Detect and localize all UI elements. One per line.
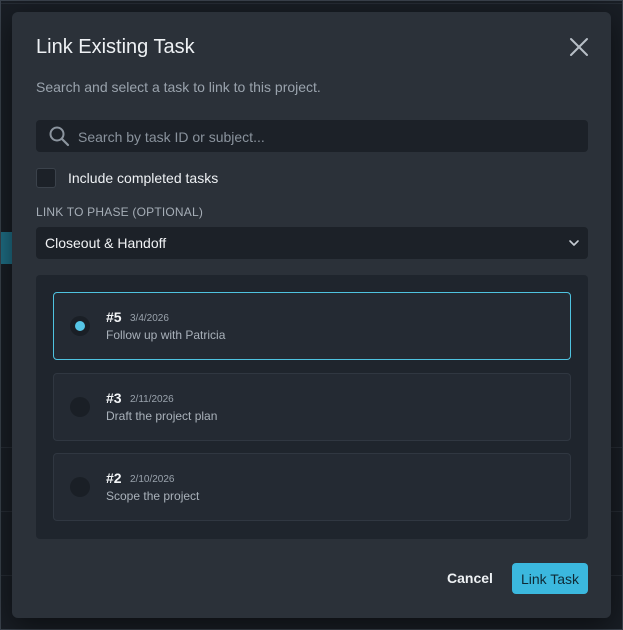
include-completed-checkbox[interactable] (36, 168, 56, 188)
include-completed-label: Include completed tasks (68, 170, 219, 186)
task-list: #5 3/4/2026 Follow up with Patricia #3 2… (36, 275, 588, 539)
search-box (36, 120, 588, 154)
task-subject: Follow up with Patricia (106, 328, 226, 342)
search-icon (49, 126, 70, 147)
background-divider (0, 3, 623, 4)
chevron-down-icon (569, 240, 579, 246)
link-task-button[interactable]: Link Task (512, 563, 588, 594)
task-id: #2 (106, 470, 122, 486)
dialog-subtitle: Search and select a task to link to this… (36, 79, 321, 95)
task-radio[interactable] (70, 316, 90, 336)
task-option[interactable]: #5 3/4/2026 Follow up with Patricia (53, 292, 571, 360)
background-highlight (0, 232, 12, 264)
cancel-button[interactable]: Cancel (440, 568, 500, 588)
link-task-dialog: Link Existing Task Search and select a t… (12, 12, 611, 618)
radio-selected-dot (75, 321, 85, 331)
task-radio[interactable] (70, 397, 90, 417)
include-completed-toggle[interactable]: Include completed tasks (36, 168, 218, 188)
task-subject: Draft the project plan (106, 409, 218, 423)
phase-label: LINK TO PHASE (OPTIONAL) (36, 205, 204, 219)
task-option[interactable]: #2 2/10/2026 Scope the project (53, 453, 571, 521)
close-icon (570, 38, 588, 56)
task-date: 2/11/2026 (130, 394, 174, 405)
task-date: 2/10/2026 (130, 474, 175, 485)
dialog-title: Link Existing Task (36, 36, 195, 58)
task-date: 3/4/2026 (130, 313, 169, 324)
task-subject: Scope the project (106, 489, 200, 503)
phase-select[interactable]: Closeout & Handoff (36, 227, 588, 259)
task-radio[interactable] (70, 477, 90, 497)
phase-select-value: Closeout & Handoff (45, 235, 167, 251)
task-id: #3 (106, 390, 122, 406)
task-id: #5 (106, 309, 122, 325)
search-input[interactable] (76, 120, 580, 154)
close-button[interactable] (566, 34, 592, 60)
task-option[interactable]: #3 2/11/2026 Draft the project plan (53, 373, 571, 441)
